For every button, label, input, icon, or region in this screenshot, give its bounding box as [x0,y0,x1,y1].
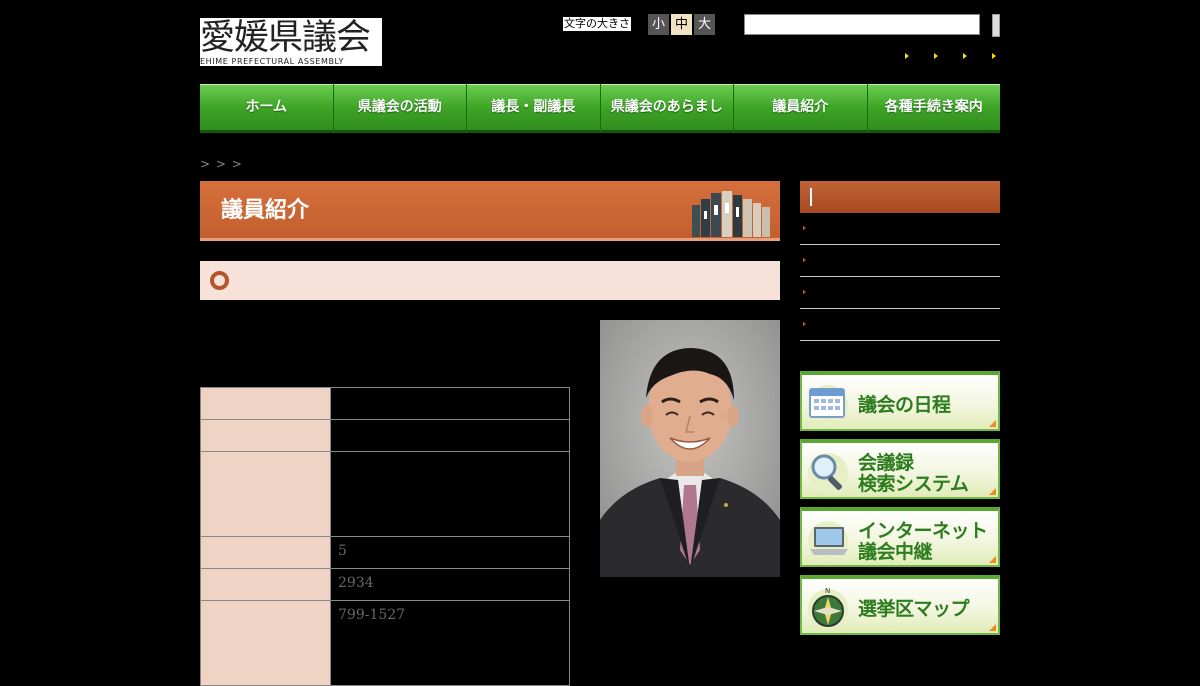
table-value-cell: 5 [330,536,570,569]
quick-link-arrow-icon[interactable] [905,53,910,60]
quick-link-arrow-icon[interactable] [934,53,939,60]
table-key-cell [200,387,331,420]
ring-bullet-icon [210,271,229,290]
banner-title: 議会の日程 [858,394,951,416]
table-row: 2934 [200,568,570,601]
table-value-cell: 799-1527 [330,600,570,686]
district-map-banner[interactable]: N 選挙区マップ [800,575,1000,635]
sidebar-item[interactable] [800,213,1000,245]
subheading-bar [200,261,780,300]
nav-item-activities[interactable]: 県議会の活動 [333,84,467,133]
magnifier-icon [808,453,848,493]
heading-bar-icon [810,188,812,206]
sidebar-menu [800,213,1000,341]
nav-item-speaker[interactable]: 議長・副議長 [467,84,601,133]
table-value-cell: 2934 [330,568,570,601]
compass-icon: N [808,587,848,629]
banner-title-line1: 会議録 [858,452,914,474]
schedule-banner[interactable]: 議会の日程 [800,371,1000,431]
table-row [200,419,570,452]
sidebar-item[interactable] [800,309,1000,341]
table-row [200,387,570,420]
breadcrumb[interactable]: > > > [200,157,243,171]
corner-arrow-icon [989,488,996,495]
table-value-cell [330,387,570,420]
nav-item-procedures[interactable]: 各種手続き案内 [867,84,1000,133]
search-input[interactable] [744,14,980,35]
banner-title-line1: インターネット [858,520,988,542]
quick-link-arrow-icon[interactable] [963,53,968,60]
logo-subtitle: EHIME PREFECTURAL ASSEMBLY [200,57,345,66]
font-size-label: 文字の大きさ [563,17,631,31]
table-row [200,451,570,537]
banner-title-line2: 検索システム [858,473,969,495]
font-size-large-button[interactable]: 大 [694,14,715,35]
page-title-banner: 議員紹介 [200,181,780,241]
sidebar-item[interactable] [800,245,1000,277]
profile-table: 5 2934 799-1527 [200,387,570,686]
table-row: 799-1527 [200,600,570,686]
banner-title: 選挙区マップ [858,598,970,620]
banner-title-line2: 議会中継 [858,541,933,563]
logo-title: 愛媛県議会 [200,18,371,58]
table-value-cell [330,451,570,537]
table-key-cell [200,451,331,537]
page-title: 議員紹介 [221,198,310,223]
table-key-cell [200,419,331,452]
svg-text:N: N [825,587,830,595]
sidebar-item[interactable] [800,277,1000,309]
font-size-medium-button[interactable]: 中 [671,14,692,35]
table-value-cell [330,419,570,452]
quick-link-arrow-icon[interactable] [992,53,997,60]
nav-item-home[interactable]: ホーム [200,84,334,133]
corner-arrow-icon [989,556,996,563]
font-size-small-button[interactable]: 小 [648,14,669,35]
internet-broadcast-banner[interactable]: インターネット 議会中継 [800,507,1000,567]
laptop-icon [808,521,848,561]
search-button[interactable] [992,14,1000,37]
binders-icon [692,191,770,237]
table-key-cell [200,568,331,601]
minutes-search-banner[interactable]: 会議録 検索システム [800,439,1000,499]
table-key-cell [200,600,331,686]
site-logo[interactable]: 愛媛県議会 EHIME PREFECTURAL ASSEMBLY [200,18,382,66]
nav-item-members[interactable]: 議員紹介 [734,84,868,133]
corner-arrow-icon [989,420,996,427]
nav-item-overview[interactable]: 県議会のあらまし [600,84,734,133]
global-nav: ホーム 県議会の活動 議長・副議長 県議会のあらまし 議員紹介 各種手続き案内 [200,84,1000,133]
member-portrait-photo [600,320,780,577]
table-key-cell [200,536,331,569]
table-row: 5 [200,536,570,569]
calendar-icon [808,385,848,425]
sidebar-heading [800,181,1000,213]
